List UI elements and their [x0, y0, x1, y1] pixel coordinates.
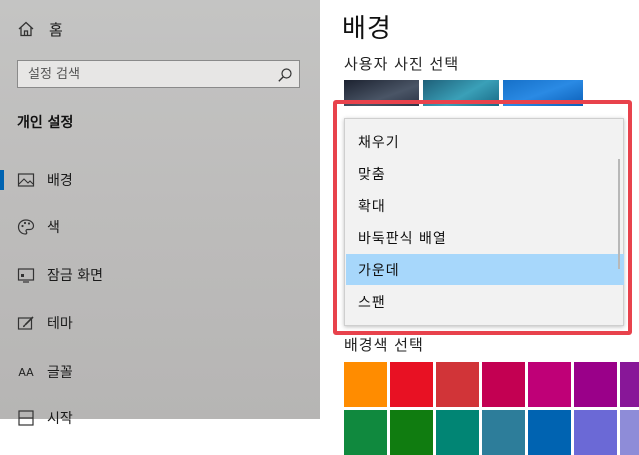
color-swatch[interactable] — [436, 362, 479, 407]
active-indicator — [0, 170, 4, 190]
color-swatch[interactable] — [528, 362, 571, 407]
settings-search-input[interactable] — [18, 61, 273, 87]
sidebar-item-label: 글꼴 — [47, 365, 73, 381]
color-swatch[interactable] — [482, 362, 525, 407]
page-title: 배경 — [342, 14, 392, 44]
sidebar-item-label: 시작 — [47, 411, 73, 427]
dropdown-scrollbar[interactable] — [618, 159, 620, 269]
color-swatch[interactable] — [620, 410, 639, 455]
home-icon — [18, 21, 34, 37]
picture-thumbnail[interactable] — [423, 80, 499, 106]
color-swatch[interactable] — [482, 410, 525, 455]
fit-option-fit[interactable]: 맞춤 — [346, 158, 624, 189]
home-label: 홈 — [49, 20, 63, 39]
fit-options-dropdown[interactable]: 채우기 맞춤 확대 바둑판식 배열 가운데 스팬 — [344, 118, 624, 326]
sidebar-item-label: 테마 — [47, 316, 73, 332]
choose-picture-heading: 사용자 사진 선택 — [344, 55, 460, 73]
sidebar-item-label: 잠금 화면 — [47, 268, 103, 284]
color-swatch[interactable] — [390, 362, 433, 407]
sidebar-item-theme[interactable]: 테마 — [0, 305, 320, 341]
sidebar-item-background[interactable]: 배경 — [0, 162, 320, 198]
fit-option-tile[interactable]: 바둑판식 배열 — [346, 222, 624, 253]
fit-option-fill[interactable]: 채우기 — [346, 126, 624, 157]
color-swatch[interactable] — [344, 362, 387, 407]
color-swatch[interactable] — [344, 410, 387, 455]
sidebar-item-color[interactable]: 색 — [0, 209, 320, 245]
sidebar-item-label: 색 — [47, 220, 60, 236]
settings-sidebar: 홈 개인 설정 배경 색 — [0, 0, 320, 427]
font-icon: AA — [17, 363, 35, 381]
search-icon[interactable] — [277, 67, 293, 83]
sidebar-item-lock-screen[interactable]: 잠금 화면 — [0, 257, 320, 293]
start-icon — [17, 409, 35, 427]
color-swatch[interactable] — [574, 362, 617, 407]
palette-icon — [17, 218, 35, 236]
color-swatch[interactable] — [436, 410, 479, 455]
fit-option-span[interactable]: 스팬 — [346, 286, 624, 317]
fit-option-stretch[interactable]: 확대 — [346, 190, 624, 221]
fit-option-center[interactable]: 가운데 — [346, 254, 624, 285]
color-swatch[interactable] — [620, 362, 639, 407]
picture-thumbnail[interactable] — [503, 80, 583, 106]
image-icon — [17, 171, 35, 189]
theme-brush-icon — [17, 314, 35, 332]
lock-screen-icon — [17, 266, 35, 284]
color-swatch[interactable] — [390, 410, 433, 455]
picture-thumbnail[interactable] — [344, 80, 419, 106]
color-swatch[interactable] — [528, 410, 571, 455]
home-nav-item[interactable]: 홈 — [17, 17, 63, 41]
color-swatch[interactable] — [574, 410, 617, 455]
section-title: 개인 설정 — [17, 115, 74, 131]
font-icon-glyph: AA — [18, 365, 34, 379]
sidebar-item-label: 배경 — [47, 173, 73, 189]
background-color-heading: 배경색 선택 — [344, 336, 424, 354]
sidebar-item-start[interactable]: 시작 — [0, 400, 320, 436]
sidebar-item-fonts[interactable]: AA 글꼴 — [0, 354, 320, 390]
background-settings-panel: 배경 사용자 사진 선택 채우기 맞춤 확대 바둑판식 배열 가운데 스팬 배경… — [320, 0, 639, 455]
settings-search-box[interactable] — [17, 60, 300, 88]
